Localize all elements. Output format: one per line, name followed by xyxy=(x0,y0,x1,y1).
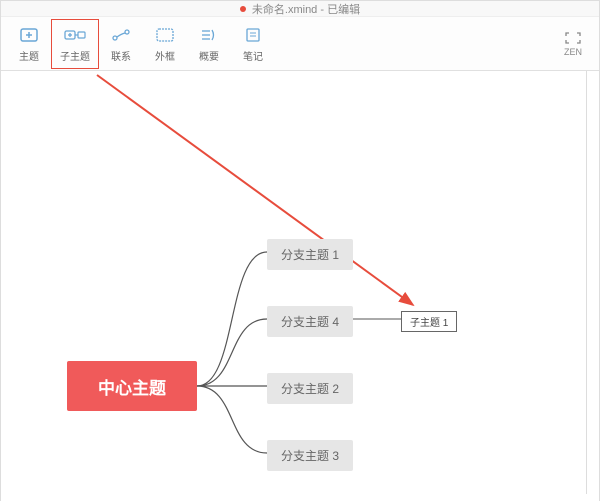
branch-label: 分支主题 1 xyxy=(281,248,339,262)
window-title: 未命名.xmind - 已编辑 xyxy=(252,1,360,17)
unsaved-indicator-icon xyxy=(240,6,246,12)
subtopic-button[interactable]: 子主题 xyxy=(53,20,97,68)
annotation-arrow xyxy=(1,71,599,502)
branch-label: 分支主题 4 xyxy=(281,315,339,329)
frame-button[interactable]: 外框 xyxy=(143,20,187,68)
canvas-edge xyxy=(586,71,587,494)
connector-lines xyxy=(1,71,599,502)
tool-label: 笔记 xyxy=(243,48,263,63)
branch-topic[interactable]: 分支主题 2 xyxy=(267,373,353,404)
notes-button[interactable]: 笔记 xyxy=(231,20,275,68)
tool-label: 外框 xyxy=(155,48,175,63)
summary-icon xyxy=(195,24,223,46)
topic-button[interactable]: 主题 xyxy=(7,20,51,68)
plus-box-icon xyxy=(15,24,43,46)
mindmap-canvas[interactable]: 中心主题 分支主题 1 分支主题 4 分支主题 2 分支主题 3 子主题 1 xyxy=(1,71,599,502)
fullscreen-icon xyxy=(564,31,582,47)
tool-label: 联系 xyxy=(111,48,131,63)
zen-button[interactable]: ZEN xyxy=(553,31,593,57)
central-topic-label: 中心主题 xyxy=(98,374,166,399)
branch-topic[interactable]: 分支主题 3 xyxy=(267,440,353,471)
notes-icon xyxy=(239,24,267,46)
branch-label: 分支主题 3 xyxy=(281,449,339,463)
toolbar: 主题 子主题 联系 外框 概要 笔记 xyxy=(1,17,599,71)
branch-topic[interactable]: 分支主题 4 xyxy=(267,306,353,337)
highlight-annotation: 子主题 xyxy=(51,19,99,69)
frame-icon xyxy=(151,24,179,46)
subtopic-label: 子主题 1 xyxy=(410,318,448,329)
plus-box-icon xyxy=(61,24,89,46)
summary-button[interactable]: 概要 xyxy=(187,20,231,68)
tool-label: 子主题 xyxy=(60,48,90,63)
branch-label: 分支主题 2 xyxy=(281,382,339,396)
tool-label: 概要 xyxy=(199,48,219,63)
branch-topic[interactable]: 分支主题 1 xyxy=(267,239,353,270)
subtopic-node[interactable]: 子主题 1 xyxy=(401,311,457,332)
tool-label: 主题 xyxy=(19,48,39,63)
central-topic[interactable]: 中心主题 xyxy=(67,361,197,411)
link-icon xyxy=(107,24,135,46)
window-titlebar: 未命名.xmind - 已编辑 xyxy=(1,1,599,17)
zen-label: ZEN xyxy=(564,47,582,57)
relation-button[interactable]: 联系 xyxy=(99,20,143,68)
